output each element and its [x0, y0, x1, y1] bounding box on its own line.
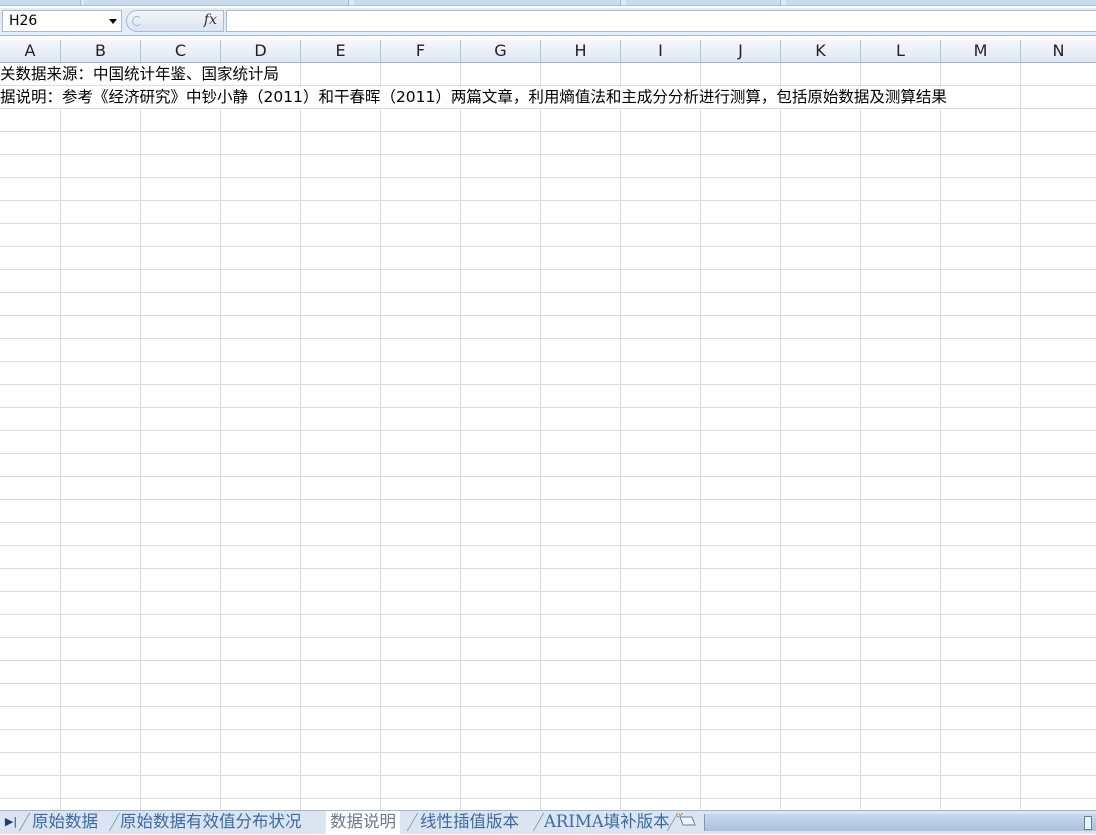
column-headers: A B C D E F G H I J K L M N	[0, 40, 1096, 63]
expand-handle-icon[interactable]	[132, 16, 142, 26]
ribbon-segment	[626, 0, 781, 5]
tab-raw-data[interactable]: 原始数据	[28, 811, 102, 833]
scrollbar-thumb[interactable]	[1084, 816, 1092, 830]
function-area: fx	[126, 10, 224, 32]
insert-sheet-icon[interactable]	[676, 813, 700, 831]
column-header-j[interactable]: J	[701, 40, 781, 62]
column-header-a[interactable]: A	[0, 40, 61, 62]
ribbon-strip	[0, 0, 1096, 6]
column-header-i[interactable]: I	[621, 40, 701, 62]
column-header-g[interactable]: G	[461, 40, 541, 62]
column-header-e[interactable]: E	[301, 40, 381, 62]
name-box[interactable]: H26	[2, 10, 122, 32]
formula-input[interactable]	[226, 10, 1096, 32]
formula-bar: H26 fx	[0, 8, 1096, 36]
tab-linear-interpolation[interactable]: 线性插值版本	[416, 811, 523, 833]
column-header-k[interactable]: K	[781, 40, 861, 62]
worksheet-grid[interactable]: 关数据来源：中国统计年鉴、国家统计局 据说明：参考《经济研究》中钞小静（2011…	[0, 63, 1096, 810]
column-header-b[interactable]: B	[61, 40, 141, 62]
ribbon-segment	[84, 0, 349, 5]
column-header-d[interactable]: D	[221, 40, 301, 62]
ribbon-segment	[354, 0, 621, 5]
tab-data-description[interactable]: 数据说明	[326, 811, 400, 835]
chevron-down-icon[interactable]	[109, 19, 117, 24]
sheet-tabs-bar: ▶| 原始数据 原始数据有效值分布状况 数据说明 线性插值版本 ARIMA填补版…	[0, 810, 1096, 835]
cell-a2[interactable]: 据说明：参考《经济研究》中钞小静（2011）和干春晖（2011）两篇文章，利用熵…	[0, 86, 949, 108]
column-header-n[interactable]: N	[1021, 40, 1096, 62]
ribbon-segment	[0, 0, 81, 5]
column-header-h[interactable]: H	[541, 40, 621, 62]
column-header-l[interactable]: L	[861, 40, 941, 62]
name-box-value: H26	[9, 13, 38, 29]
tab-scroll-last-icon[interactable]: ▶|	[2, 813, 20, 831]
cell-a1[interactable]: 关数据来源：中国统计年鉴、国家统计局	[0, 63, 282, 85]
horizontal-scrollbar[interactable]	[704, 814, 1096, 831]
tab-arima-fill[interactable]: ARIMA填补版本	[540, 811, 674, 833]
insert-function-icon[interactable]: fx	[204, 12, 217, 28]
ribbon-segment	[786, 0, 1096, 5]
tab-valid-distribution[interactable]: 原始数据有效值分布状况	[116, 811, 306, 833]
column-header-f[interactable]: F	[381, 40, 461, 62]
column-header-c[interactable]: C	[141, 40, 221, 62]
column-header-m[interactable]: M	[941, 40, 1021, 62]
